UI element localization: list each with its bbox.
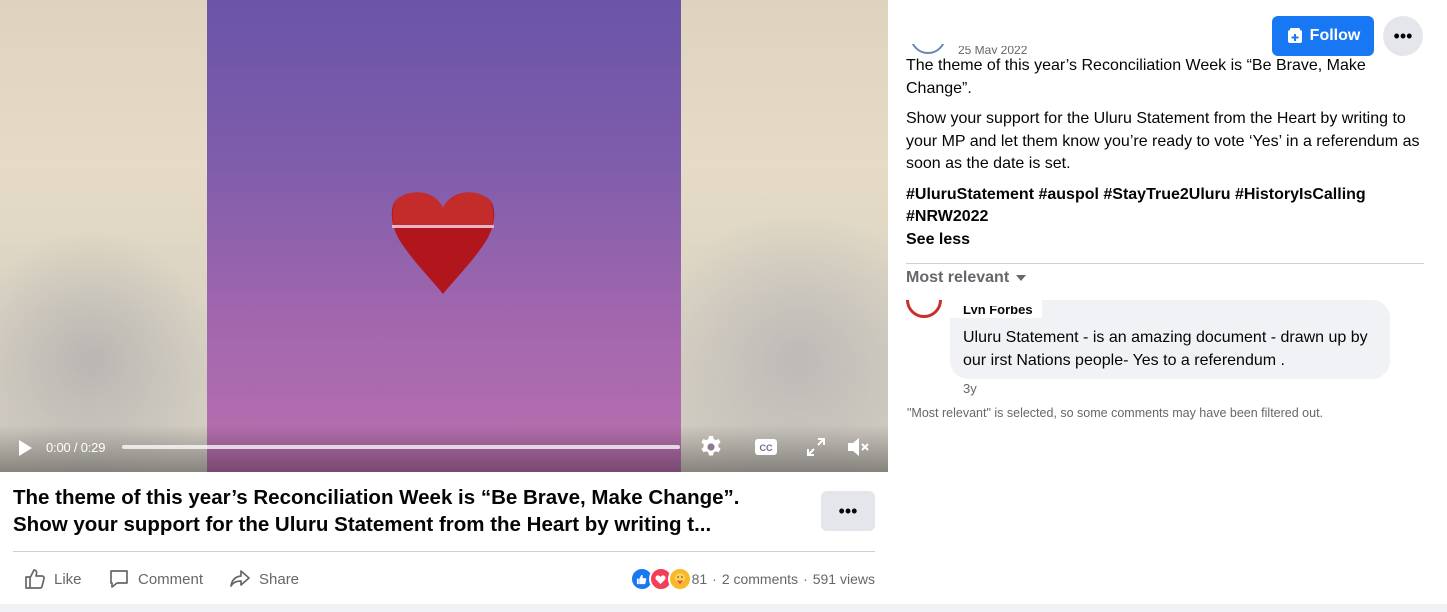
post-paragraph-1: The theme of this year’s Reconciliation … bbox=[906, 57, 1366, 97]
stats-separator: · bbox=[712, 571, 717, 587]
filter-notice: "Most relevant" is selected, so some com… bbox=[907, 406, 1324, 420]
comment-button[interactable]: Comment bbox=[108, 568, 203, 590]
video-player[interactable]: 0:00 / 0:29 CC bbox=[0, 0, 888, 472]
comment-text: Uluru Statement - is an amazing document… bbox=[963, 329, 1368, 369]
like-button[interactable]: Like bbox=[24, 568, 82, 590]
stats-separator: · bbox=[803, 571, 808, 587]
post-date[interactable]: 25 May 2022 bbox=[958, 46, 1027, 54]
page-avatar[interactable] bbox=[910, 44, 946, 54]
post-options-button[interactable]: ••• bbox=[1383, 16, 1423, 56]
divider bbox=[13, 551, 875, 552]
thumbs-up-icon bbox=[25, 569, 45, 589]
view-count: 591 views bbox=[812, 571, 875, 587]
share-icon bbox=[230, 570, 250, 587]
comment-sort-dropdown[interactable]: Most relevant bbox=[906, 269, 1027, 287]
comment-label: Comment bbox=[138, 570, 204, 588]
post-hashtags-2[interactable]: #NRW2022 bbox=[906, 206, 1426, 229]
caption-line-1: The theme of this year’s Reconciliation … bbox=[13, 486, 740, 509]
more-dots-icon: ••• bbox=[1393, 25, 1413, 46]
share-label: Share bbox=[259, 570, 300, 588]
commenter-name[interactable]: Lyn Forbes bbox=[963, 306, 1033, 314]
reaction-count[interactable]: 81 bbox=[692, 571, 708, 587]
bottom-band bbox=[0, 604, 1447, 612]
fullscreen-icon[interactable] bbox=[806, 437, 826, 457]
caption-more-button[interactable]: ••• bbox=[821, 491, 875, 531]
comment-time[interactable]: 3y bbox=[963, 381, 977, 396]
caret-down-icon bbox=[1016, 275, 1027, 281]
video-time: 0:00 / 0:29 bbox=[46, 440, 106, 455]
caption-line-2: Show your support for the Uluru Statemen… bbox=[13, 513, 712, 536]
heart-graphic bbox=[391, 192, 495, 294]
closed-captions-icon[interactable]: CC bbox=[754, 437, 778, 457]
divider bbox=[906, 263, 1424, 264]
comment-count[interactable]: 2 comments bbox=[722, 571, 798, 587]
follow-button[interactable]: Follow bbox=[1272, 16, 1374, 56]
video-controls: 0:00 / 0:29 CC bbox=[0, 425, 888, 472]
video-progress-bar[interactable] bbox=[122, 445, 680, 449]
reaction-icons[interactable] bbox=[629, 567, 692, 591]
follow-page-icon bbox=[1287, 28, 1302, 43]
like-label: Like bbox=[54, 570, 82, 588]
svg-text:CC: CC bbox=[760, 443, 773, 453]
post-body: The theme of this year’s Reconciliation … bbox=[906, 55, 1426, 251]
play-icon[interactable] bbox=[16, 439, 34, 457]
share-button[interactable]: Share bbox=[229, 568, 299, 590]
post-hashtags-1[interactable]: #UluruStatement #auspol #StayTrue2Uluru … bbox=[906, 184, 1426, 207]
more-dots-icon: ••• bbox=[838, 500, 858, 521]
volume-muted-icon[interactable] bbox=[846, 436, 870, 458]
care-reaction-icon bbox=[667, 567, 692, 591]
follow-label: Follow bbox=[1309, 27, 1361, 44]
commenter-avatar[interactable] bbox=[905, 300, 943, 338]
post-stats: 81 · 2 comments · 591 views bbox=[629, 567, 875, 591]
settings-gear-icon[interactable] bbox=[699, 435, 723, 459]
sort-label: Most relevant bbox=[906, 269, 1010, 286]
see-less-link[interactable]: See less bbox=[906, 229, 1426, 252]
comment-icon bbox=[110, 570, 128, 588]
post-paragraph-2: Show your support for the Uluru Statemen… bbox=[906, 110, 1420, 172]
video-caption: The theme of this year’s Reconciliation … bbox=[13, 484, 803, 538]
